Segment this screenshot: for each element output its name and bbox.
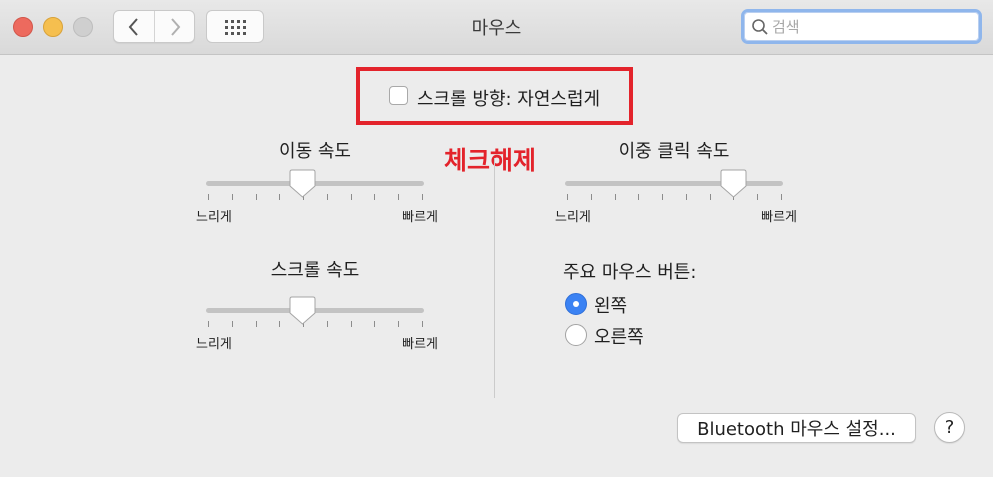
slider-tick (255, 321, 257, 327)
tracking-speed-slider[interactable]: 느리게 빠르게 (196, 167, 438, 227)
slider-min-label: 느리게 (196, 337, 232, 352)
slider-tick (398, 321, 400, 327)
slider-max-label: 빠르게 (761, 210, 797, 225)
radio-left-label[interactable]: 왼쪽 (594, 292, 627, 318)
column-divider (494, 158, 495, 398)
radio-right-label[interactable]: 오른쪽 (594, 323, 644, 349)
slider-tick (709, 194, 711, 200)
search-icon (752, 19, 768, 35)
slider-tick (638, 194, 640, 200)
scroll-speed-slider[interactable]: 느리게 빠르게 (196, 294, 438, 354)
search-field[interactable] (741, 9, 982, 44)
slider-tick (781, 194, 782, 200)
slider-tick (231, 194, 233, 200)
tracking-speed-title: 이동 속도 (279, 141, 351, 162)
slider-max-label: 빠르게 (402, 337, 438, 352)
radio-left[interactable] (565, 293, 587, 315)
scroll-speed-title: 스크롤 속도 (270, 260, 360, 281)
slider-thumb[interactable] (289, 169, 316, 198)
help-button[interactable]: ? (934, 412, 965, 443)
slider-thumb[interactable] (289, 296, 316, 325)
slider-tick (614, 194, 616, 200)
slider-tick (685, 194, 687, 200)
slider-tick (326, 321, 328, 327)
slider-tick (350, 194, 352, 200)
search-input[interactable] (772, 15, 972, 39)
double-click-speed-slider[interactable]: 느리게 빠르게 (555, 167, 797, 227)
natural-scroll-label[interactable]: 스크롤 방향: 자연스럽게 (417, 85, 600, 111)
slider-tick (374, 321, 376, 327)
slider-tick (422, 194, 423, 200)
title-bar: 마우스 (0, 0, 993, 55)
annotation-text: 체크해제 (444, 146, 537, 175)
radio-right[interactable] (565, 324, 587, 346)
slider-tick (567, 194, 568, 200)
slider-tick (398, 194, 400, 200)
slider-min-label: 느리게 (555, 210, 591, 225)
slider-tick (326, 194, 328, 200)
primary-button-label: 주요 마우스 버튼: (563, 262, 697, 283)
slider-tick (231, 321, 233, 327)
slider-tick (350, 321, 352, 327)
slider-thumb[interactable] (720, 169, 747, 198)
natural-scroll-checkbox[interactable] (389, 86, 408, 105)
slider-tick (757, 194, 759, 200)
bluetooth-setup-button[interactable]: Bluetooth 마우스 설정... (677, 413, 916, 443)
slider-tick (255, 194, 257, 200)
slider-tick (422, 321, 423, 327)
slider-tick (662, 194, 664, 200)
slider-tick (208, 321, 209, 327)
slider-tick (590, 194, 592, 200)
slider-max-label: 빠르게 (402, 210, 438, 225)
slider-min-label: 느리게 (196, 210, 232, 225)
slider-tick (208, 194, 209, 200)
slider-tick (279, 321, 281, 327)
slider-tick (374, 194, 376, 200)
slider-track (565, 181, 783, 186)
double-click-speed-title: 이중 클릭 속도 (618, 141, 730, 162)
slider-tick (279, 194, 281, 200)
